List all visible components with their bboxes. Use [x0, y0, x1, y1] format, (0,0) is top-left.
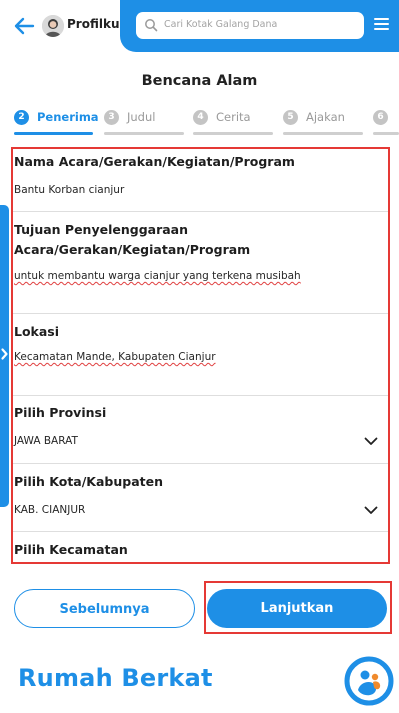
city-value: KAB. CIANJUR — [14, 504, 86, 516]
purpose-field[interactable]: Tujuan Penyelenggaraan Acara/Gerakan/Keg… — [13, 211, 388, 314]
step-indicator — [14, 132, 93, 135]
location-field[interactable]: Lokasi Kecamatan Mande, Kabupaten Cianju… — [13, 313, 388, 396]
step-number: 6 — [373, 110, 388, 125]
province-value: JAWA BARAT — [14, 435, 78, 447]
event-name-value[interactable]: Bantu Korban cianjur — [14, 184, 124, 196]
step-ajakan[interactable]: 5 Ajakan — [283, 110, 363, 136]
event-name-label: Nama Acara/Gerakan/Kegiatan/Program — [14, 154, 295, 169]
step-indicator — [373, 132, 399, 135]
step-indicator — [283, 132, 363, 135]
prev-button[interactable]: Sebelumnya — [14, 589, 195, 628]
search-icon — [145, 19, 158, 32]
province-label: Pilih Provinsi — [14, 405, 107, 420]
step-judul[interactable]: 3 Judul — [104, 110, 184, 136]
hamburger-menu-icon[interactable] — [374, 18, 389, 31]
province-select[interactable]: Pilih Provinsi JAWA BARAT — [13, 395, 388, 464]
back-arrow-icon[interactable] — [12, 15, 36, 37]
purpose-label-line2: Acara/Gerakan/Kegiatan/Program — [14, 242, 251, 257]
step-indicator — [104, 132, 184, 135]
chevron-down-icon[interactable] — [364, 506, 378, 515]
city-label: Pilih Kota/Kabupaten — [14, 474, 163, 489]
form-section: Nama Acara/Gerakan/Kegiatan/Program Bant… — [11, 147, 390, 564]
step-label: Cerita — [216, 110, 251, 124]
rumah-berkat-logo-icon — [344, 656, 394, 706]
step-number: 4 — [193, 110, 208, 125]
footer-logo: Rumah Berkat — [18, 664, 213, 692]
city-select[interactable]: Pilih Kota/Kabupaten KAB. CIANJUR — [13, 463, 388, 532]
step-label: Judul — [127, 110, 156, 124]
search-input[interactable]: Cari Kotak Galang Dana — [136, 12, 364, 39]
step-cerita[interactable]: 4 Cerita — [193, 110, 273, 136]
district-select[interactable]: Pilih Kecamatan — [13, 531, 388, 562]
step-label: Penerima — [37, 110, 99, 124]
chevron-right-icon[interactable] — [0, 347, 9, 361]
step-number: 2 — [14, 110, 29, 125]
district-label: Pilih Kecamatan — [14, 542, 128, 557]
step-number: 3 — [104, 110, 119, 125]
chevron-down-icon[interactable] — [364, 437, 378, 446]
step-number: 5 — [283, 110, 298, 125]
next-button[interactable]: Lanjutkan — [207, 589, 387, 628]
avatar[interactable] — [42, 15, 64, 37]
purpose-label-line1: Tujuan Penyelenggaraan — [14, 222, 189, 237]
search-placeholder: Cari Kotak Galang Dana — [164, 19, 278, 30]
step-penerima[interactable]: 2 Penerima — [14, 110, 99, 136]
step-6[interactable]: 6 — [373, 110, 399, 136]
location-value[interactable]: Kecamatan Mande, Kabupaten Cianjur — [14, 351, 216, 363]
event-name-field[interactable]: Nama Acara/Gerakan/Kegiatan/Program Bant… — [13, 149, 388, 212]
step-label: Ajakan — [306, 110, 345, 124]
location-label: Lokasi — [14, 324, 60, 339]
purpose-value[interactable]: untuk membantu warga cianjur yang terken… — [14, 270, 301, 282]
step-indicator — [193, 132, 273, 135]
profile-label[interactable]: Profilku — [67, 17, 120, 31]
page-title: Bencana Alam — [141, 73, 258, 89]
